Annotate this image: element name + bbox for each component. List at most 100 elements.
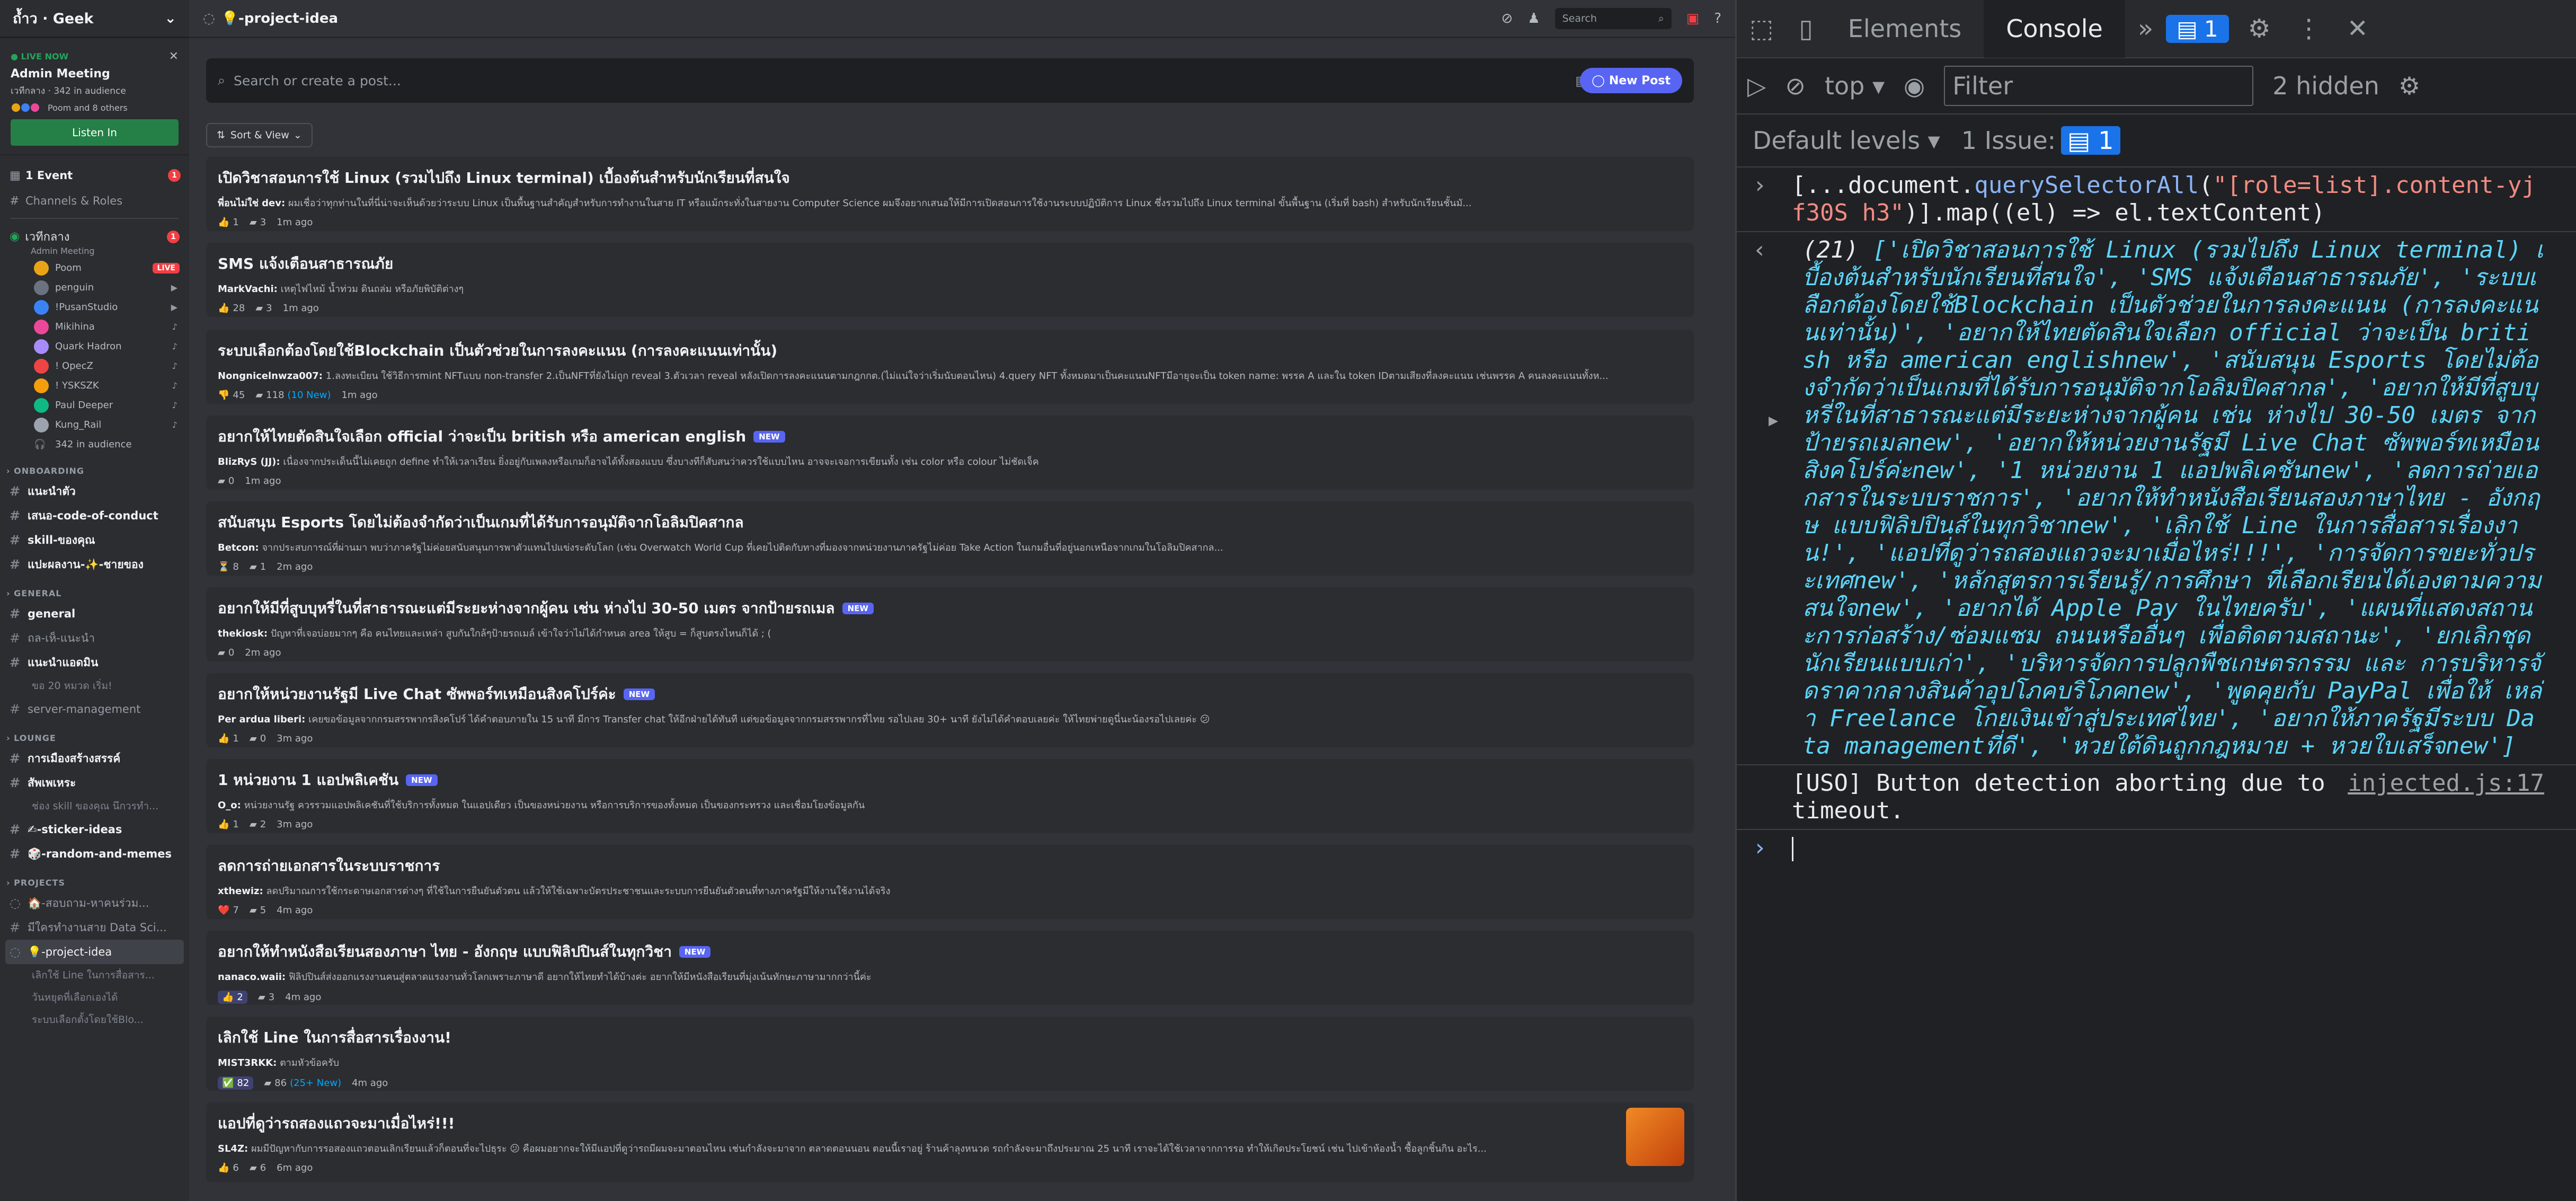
expand-triangle-icon[interactable]: ▶: [1769, 407, 1778, 435]
channel-item-active[interactable]: ◌ 💡-project-idea: [5, 940, 184, 964]
post-card[interactable]: อยากให้มีที่สูบบุหรี่ในที่สาธารณะแต่มีระ…: [206, 587, 1694, 661]
more-tabs-icon[interactable]: »: [2138, 14, 2153, 43]
tab-elements[interactable]: Elements: [1826, 0, 1984, 58]
channel-item[interactable]: # แปะผลงาน-✨-ชายของ: [0, 552, 189, 577]
listen-in-button[interactable]: Listen In: [11, 119, 179, 146]
post-thumbnail[interactable]: [1626, 1108, 1684, 1166]
avatar: [34, 299, 49, 315]
voice-user[interactable]: !PusanStudio ▶: [0, 297, 189, 317]
avatar: [34, 280, 49, 295]
eye-icon[interactable]: ◉: [1904, 72, 1925, 100]
post-card[interactable]: แอปที่ดูว่ารถสองแถวจะมาเมื่อไหร่!!! SL4Z:…: [206, 1102, 1694, 1182]
settings-gear-icon[interactable]: ⚙: [2248, 14, 2271, 43]
message-icon: ▰: [257, 992, 265, 1003]
voice-user[interactable]: Mikihina ♪: [0, 317, 189, 337]
channel-item[interactable]: # เสนอ-code-of-conduct: [0, 504, 189, 528]
issues-counter[interactable]: ▤ 1: [2166, 14, 2229, 43]
post-card[interactable]: อยากให้หน่วยงานรัฐมี Live Chat ซัพพอร์ทเ…: [206, 673, 1694, 747]
clear-console-icon[interactable]: ⊘: [1785, 72, 1806, 100]
thread-item[interactable]: ช่อง skill ของคุณ นึกวรทำ...: [0, 795, 189, 817]
voice-user[interactable]: Quark Hadron ♪: [0, 337, 189, 356]
stage-channel[interactable]: ◉ เวทีกลาง 1 Admin Meeting: [0, 223, 189, 258]
channel-item[interactable]: # general: [0, 602, 189, 626]
voice-user[interactable]: ! YSKSZK ♪: [0, 376, 189, 395]
new-post-button[interactable]: ◯ New Post: [1580, 68, 1682, 93]
post-author: Per ardua liberi:: [218, 714, 306, 725]
post-card[interactable]: ลดการถ่ายเอกสารในระบบราชการ xthewiz: ลดปร…: [206, 845, 1694, 919]
members-icon[interactable]: ♟: [1527, 11, 1540, 27]
sidebar-toggle-icon[interactable]: ▷: [1747, 72, 1766, 100]
console-result[interactable]: ‹ ▶ (21) ['เปิดวิชาสอนการใช้ Linux (รวมไ…: [1737, 232, 2576, 765]
channel-item[interactable]: # ถล-เห็-แนะนำ: [0, 626, 189, 650]
more-options-icon[interactable]: ⋮: [2296, 14, 2322, 43]
post-card[interactable]: SMS แจ้งเตือนสาธารณภัย MarkVachi: เหตุไฟไ…: [206, 243, 1694, 317]
thread-item[interactable]: เลิกใช้ Line ในการสื่อสาร...: [0, 964, 189, 986]
post-card[interactable]: อยากให้ไทยตัดสินใจเลือก official ว่าจะเป…: [206, 416, 1694, 490]
channels-roles-item[interactable]: # Channels & Roles: [0, 188, 189, 214]
category-lounge[interactable]: › LOUNGE: [0, 721, 189, 746]
thread-item[interactable]: ระบบเลือกตั้งโดยใช้Blo...: [0, 1009, 189, 1031]
issues-link[interactable]: 1 Issue: ▤ 1: [1961, 126, 2120, 155]
voice-user-name: Quark Hadron: [55, 341, 122, 352]
events-item[interactable]: ▦ 1 Event 1: [0, 163, 189, 188]
channel-item[interactable]: # สัพเพเหระ: [0, 771, 189, 795]
sort-view-button[interactable]: ⇅ Sort & View ⌄: [206, 123, 313, 147]
post-search-input[interactable]: ⌕ Search or create a post... ▤ ◯ New Pos…: [206, 58, 1694, 103]
close-icon[interactable]: ✕: [169, 50, 179, 63]
channel-item[interactable]: # skill-ของคุณ: [0, 528, 189, 552]
voice-user[interactable]: ! OpecZ ♪: [0, 356, 189, 376]
channel-item[interactable]: ◌ 🏠-สอบถาม-หาคนร่วม...: [0, 891, 189, 915]
post-card[interactable]: ระบบเลือกต้องโดยใช้Blockchain เป็นตัวช่ว…: [206, 330, 1694, 404]
console-filter-input[interactable]: Filter: [1944, 66, 2254, 106]
console-settings-icon[interactable]: ⚙: [2399, 72, 2420, 100]
thread-item[interactable]: วันหยุดที่เลือกเองได้: [0, 986, 189, 1009]
reaction-button[interactable]: 👎 45: [218, 390, 245, 401]
log-levels-dropdown[interactable]: Default levels ▾: [1753, 126, 1940, 155]
thread-item[interactable]: ขอ 20 หมวด เริ่ม!: [0, 675, 189, 697]
channel-item[interactable]: # server-management: [0, 697, 189, 721]
context-selector[interactable]: top ▾: [1825, 72, 1885, 100]
source-link[interactable]: injected.js:17: [2348, 770, 2544, 797]
reaction-button[interactable]: 👍 6: [218, 1162, 239, 1173]
device-toolbar-icon[interactable]: ▯: [1799, 14, 1813, 43]
help-icon[interactable]: ?: [1714, 11, 1721, 27]
voice-user-name: !PusanStudio: [55, 302, 118, 313]
channel-item[interactable]: # แนะนำแอดมิน: [0, 650, 189, 675]
events-badge: 1: [168, 169, 181, 182]
category-general[interactable]: › GENERAL: [0, 577, 189, 602]
voice-user[interactable]: Poom LIVE: [0, 258, 189, 278]
reaction-button[interactable]: 👍 1: [218, 819, 239, 830]
header-search-input[interactable]: Search ⌕: [1555, 7, 1672, 29]
channel-item[interactable]: # มีใครทำงานสาย Data Sci...: [0, 915, 189, 940]
category-projects[interactable]: › PROJECTS: [0, 866, 189, 891]
reaction-button[interactable]: 👍 2: [218, 991, 247, 1004]
channel-item[interactable]: # 🎲-random-and-memes: [0, 842, 189, 866]
voice-user[interactable]: Kung_Rail ♪: [0, 415, 189, 435]
reaction-button[interactable]: 👍 28: [218, 303, 245, 314]
post-card[interactable]: 1 หน่วยงาน 1 แอปพลิเคชัน NEW O_o: หน่วยงาน…: [206, 759, 1694, 833]
channel-item[interactable]: # แนะนำตัว: [0, 479, 189, 504]
close-icon[interactable]: ✕: [2347, 14, 2368, 43]
reaction-button[interactable]: ❤️ 7: [218, 905, 239, 916]
channel-item[interactable]: # ✍-sticker-ideas: [0, 817, 189, 842]
reaction-button[interactable]: ✅ 82: [218, 1076, 254, 1090]
tab-console[interactable]: Console: [1984, 0, 2125, 58]
console-prompt[interactable]: ›: [1737, 830, 2576, 866]
post-card[interactable]: อยากให้ทำหนังสือเรียนสองภาษา ไทย - อังกฤ…: [206, 931, 1694, 1005]
voice-user[interactable]: penguin ▶: [0, 278, 189, 297]
post-card[interactable]: เลิกใช้ Line ในการสื่อสารเรื่องงาน! MIST3…: [206, 1017, 1694, 1091]
reaction-button[interactable]: 👍 1: [218, 217, 239, 228]
post-card[interactable]: เปิดวิชาสอนการใช้ Linux (รวมไปถึง Linux …: [206, 157, 1694, 231]
reaction-button[interactable]: ⏳ 8: [218, 561, 239, 572]
notification-mute-icon[interactable]: ⊘: [1502, 11, 1513, 27]
category-onboarding[interactable]: › ONBOARDING: [0, 454, 189, 479]
audience-count[interactable]: 🎧 342 in audience: [0, 435, 189, 454]
voice-user[interactable]: Paul Deeper ♪: [0, 395, 189, 415]
inspect-element-icon[interactable]: ⬚: [1749, 14, 1773, 43]
guild-header[interactable]: ถ้ำว · Geek ⌄: [0, 0, 189, 38]
reaction-button[interactable]: 👍 1: [218, 733, 239, 744]
post-author: MIST3RKK:: [218, 1057, 277, 1068]
post-card[interactable]: สนับสนุน Esports โดยไม่ต้องจำกัดว่าเป็นเ…: [206, 501, 1694, 576]
channel-item[interactable]: # การเมืองสร้างสรรค์: [0, 746, 189, 771]
inbox-icon[interactable]: ▣: [1686, 11, 1700, 27]
